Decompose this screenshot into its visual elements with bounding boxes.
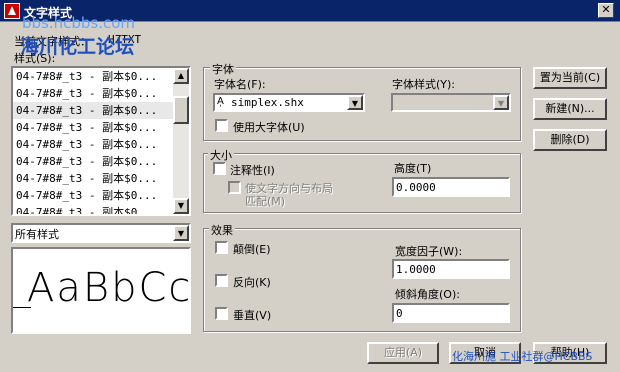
size-group-title: 大小 — [208, 147, 234, 163]
set-current-button[interactable]: 置为当前(C) — [533, 67, 607, 89]
list-item[interactable]: 04-7#8#_t3 - 副本$0... — [13, 68, 173, 85]
use-bigfont-label: 使用大字体(U) — [233, 121, 305, 134]
annotative-label: 注释性(I) — [230, 164, 275, 177]
scroll-down-icon[interactable]: ▼ — [173, 198, 189, 214]
list-item[interactable]: 04-7#8#_t3 - 副本$0... — [13, 204, 173, 214]
styles-scrollbar[interactable]: ▲ ▼ — [173, 68, 189, 214]
match-layout-label-line2: 匹配(M) — [245, 195, 286, 208]
scroll-up-icon[interactable]: ▲ — [173, 68, 189, 84]
shx-font-icon: A̩ — [217, 96, 224, 107]
list-item[interactable]: 04-7#8#_t3 - 副本$0... — [13, 119, 173, 136]
apply-button: 应用(A) — [367, 342, 439, 364]
width-factor-input[interactable]: 1.0000 — [392, 259, 510, 279]
height-label: 高度(T) — [394, 162, 432, 175]
oblique-angle-value: 0 — [396, 307, 403, 320]
scroll-thumb[interactable] — [173, 96, 189, 124]
new-style-button[interactable]: 新建(N)... — [533, 98, 607, 120]
list-item[interactable]: 04-7#8#_t3 - 副本$0... — [13, 102, 173, 119]
autocad-app-icon — [4, 3, 20, 19]
list-item[interactable]: 04-7#8#_t3 - 副本$0... — [13, 85, 173, 102]
delete-style-button[interactable]: 删除(D) — [533, 129, 607, 151]
list-item[interactable]: 04-7#8#_t3 - 副本$0... — [13, 136, 173, 153]
font-name-label: 字体名(F): — [214, 78, 266, 91]
vertical-checkbox[interactable] — [215, 307, 228, 320]
vertical-label: 垂直(V) — [233, 309, 272, 322]
match-layout-checkbox — [228, 181, 241, 194]
style-filter-select[interactable]: 所有样式 ▼ — [11, 223, 191, 243]
width-factor-value: 1.0000 — [396, 263, 436, 276]
style-preview: AaBbCc — [11, 247, 191, 334]
effects-group-title: 效果 — [209, 222, 235, 238]
style-filter-value: 所有样式 — [15, 228, 59, 241]
styles-list[interactable]: 04-7#8#_t3 - 副本$0... 04-7#8#_t3 - 副本$0...… — [11, 66, 191, 216]
backwards-checkbox[interactable] — [215, 274, 228, 287]
upside-down-label: 颠倒(E) — [233, 243, 271, 256]
height-value: 0.0000 — [396, 181, 436, 194]
list-item[interactable]: 04-7#8#_t3 - 副本$0... — [13, 187, 173, 204]
preview-text: AaBbCc — [27, 265, 191, 311]
font-group-title: 字体 — [210, 61, 236, 77]
styles-list-rows: 04-7#8#_t3 - 副本$0... 04-7#8#_t3 - 副本$0...… — [13, 68, 173, 214]
list-item[interactable]: 04-7#8#_t3 - 副本$0... — [13, 153, 173, 170]
watermark-url: bbs.hcbbs.com — [22, 14, 136, 32]
watermark-footer: 化海川施 工业社群@HCBBS — [452, 350, 593, 363]
font-style-label: 字体样式(Y): — [392, 78, 456, 91]
oblique-angle-label: 倾斜角度(O): — [395, 288, 460, 301]
annotative-checkbox[interactable] — [213, 162, 226, 175]
font-name-value: simplex.shx — [231, 96, 304, 109]
backwards-label: 反向(K) — [233, 276, 271, 289]
styles-label: 样式(S): — [14, 52, 56, 65]
upside-down-checkbox[interactable] — [215, 241, 228, 254]
chevron-down-icon[interactable]: ▼ — [173, 225, 189, 241]
oblique-angle-input[interactable]: 0 — [392, 303, 510, 323]
close-button[interactable]: ✕ — [598, 3, 614, 18]
height-input[interactable]: 0.0000 — [392, 177, 510, 197]
list-item[interactable]: 04-7#8#_t3 - 副本$0... — [13, 170, 173, 187]
width-factor-label: 宽度因子(W): — [395, 245, 463, 258]
font-name-select[interactable]: A̩ simplex.shx ▼ — [213, 93, 365, 112]
use-bigfont-checkbox[interactable] — [215, 119, 228, 132]
font-style-select: ▼ — [391, 93, 511, 112]
chevron-down-icon: ▼ — [493, 95, 509, 110]
chevron-down-icon[interactable]: ▼ — [347, 95, 363, 110]
